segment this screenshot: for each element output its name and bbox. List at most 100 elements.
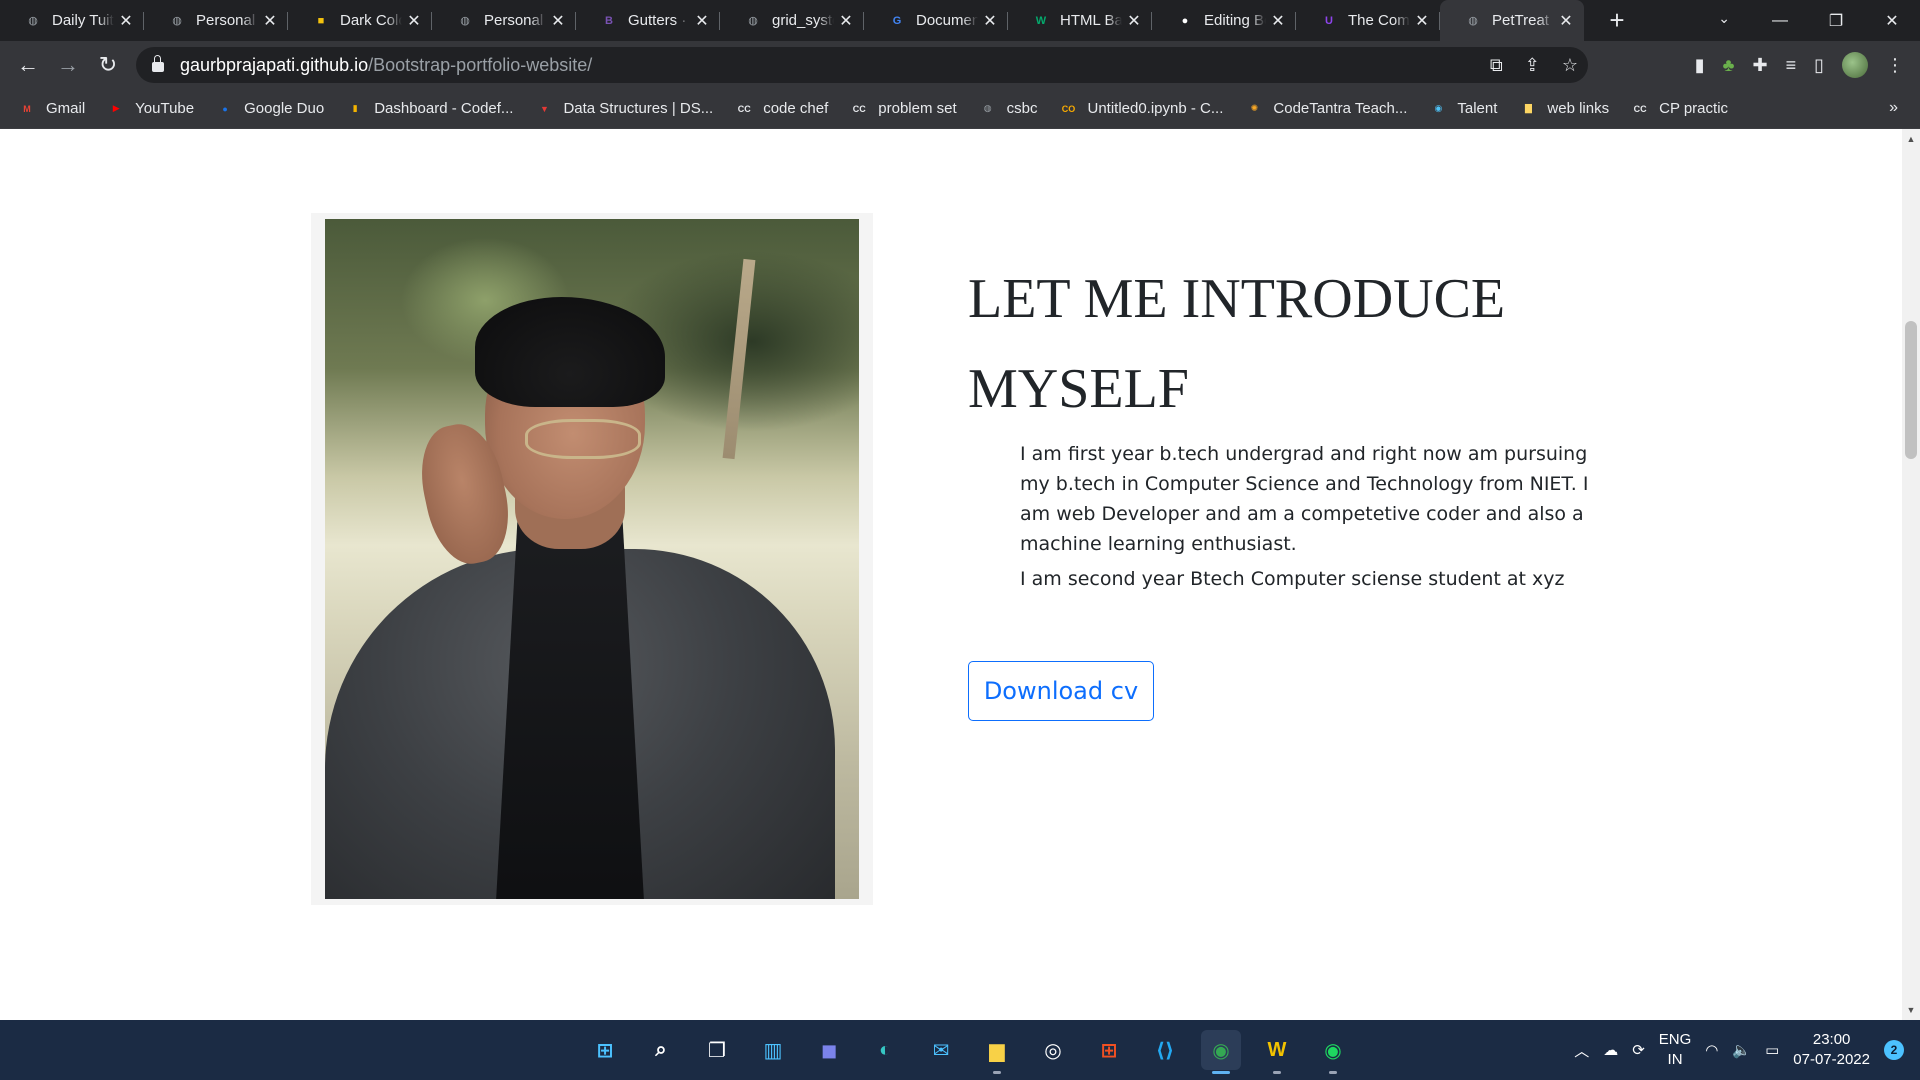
tab-close-icon[interactable]: ✕ [406,11,422,31]
tab-close-icon[interactable]: ✕ [982,11,998,31]
bookmark-item[interactable]: M Gmail [18,100,85,117]
minimize-button[interactable]: — [1752,12,1808,30]
side-panel-icon[interactable]: ▯ [1814,55,1824,76]
tray-overflow-chevron-icon[interactable]: ︿ [1574,1040,1589,1061]
bookmark-item[interactable]: CO Untitled0.ipynb - C... [1059,100,1224,117]
browser-tab[interactable]: ● Editing Bo ✕ [1152,0,1296,41]
reload-button[interactable]: ↻ [88,52,128,78]
close-window-button[interactable]: ✕ [1864,11,1920,31]
browser-tab[interactable]: ◍ PetTreat ✕ [1440,0,1584,41]
browser-tab[interactable]: W HTML Ba ✕ [1008,0,1152,41]
web-page: LET ME INTRODUCE MYSELF I am first year … [0,129,1902,1020]
github-icon: ● [1181,14,1189,27]
tab-close-icon[interactable]: ✕ [694,11,710,31]
mail-icon[interactable]: ✉ [921,1030,961,1070]
media-control-icon[interactable]: ≡ [1786,55,1797,76]
chrome-icon[interactable]: ◉ [1201,1030,1241,1074]
tab-close-icon[interactable]: ✕ [1414,11,1430,31]
tab-close-icon[interactable]: ✕ [1126,11,1142,31]
bookmark-item[interactable]: ◉ Talent [1429,100,1497,117]
browser-tab[interactable]: ◍ Personal ✕ [144,0,288,41]
bookmark-item[interactable]: ◍ csbc [979,100,1038,117]
forward-button[interactable]: → [48,52,88,78]
share-icon[interactable]: ⇪ [1525,55,1540,76]
download-cv-button[interactable]: Download cv [968,661,1154,721]
globe-icon: ◍ [748,15,758,27]
windows-start-icon[interactable]: ⊞ [585,1030,625,1070]
widgets-icon[interactable]: ▥ [753,1030,793,1070]
browser-tab[interactable]: ◍ grid_syste ✕ [720,0,864,41]
bookmark-item[interactable]: ● Google Duo [216,100,324,117]
scroll-down-arrow-icon[interactable]: ▼ [1902,1002,1920,1018]
bookmark-item[interactable]: ▼ Data Structures | DS... [535,100,713,117]
tab-close-icon[interactable]: ✕ [550,11,566,31]
browser-tab[interactable]: B Gutters · B✕ [576,0,720,41]
globe-icon: ◍ [983,103,992,113]
sync-icon[interactable]: ⟳ [1632,1041,1645,1059]
duo-icon: ● [222,103,228,114]
bookmark-item[interactable]: CC CP practic [1631,100,1728,117]
tab-title: Documen [916,12,978,29]
translate-icon[interactable]: ⧉ [1490,55,1503,76]
tab-close-icon[interactable]: ✕ [1270,11,1286,31]
page-scrollbar[interactable]: ▲ ▼ [1902,129,1920,1020]
tree-extension-icon[interactable]: ♣ [1723,55,1735,76]
notification-badge[interactable]: 2 [1884,1040,1904,1060]
spotify-icon[interactable]: ◉ [1313,1030,1353,1074]
tab-close-icon[interactable]: ✕ [262,11,278,31]
tab-list: ◍ Daily Tuit ✕ ◍ Personal ✕ ■ Dark Colo ✕ ◍ Person… [0,0,1584,41]
extension-icon[interactable]: ▮ [1695,55,1705,76]
browser-tab[interactable]: G Documen ✕ [864,0,1008,41]
onedrive-cloud-icon[interactable]: ☁ [1603,1041,1618,1059]
tab-close-icon[interactable]: ✕ [118,11,134,31]
search-icon[interactable]: ⌕ [641,1030,681,1070]
more-bookmarks-icon[interactable]: » [1889,99,1898,117]
tab-close-icon[interactable]: ✕ [838,11,854,31]
profile-avatar[interactable] [1842,52,1868,78]
browser-tab[interactable]: ■ Dark Colo ✕ [288,0,432,41]
bookmark-item[interactable]: ▮ Dashboard - Codef... [346,100,514,117]
windows-taskbar: ⊞ ⌕ ❐ ▥ ◼ ◐ ✉ ▆ ◎ ⊞ ⟨⟩ ◉ W ◉ ︿ ☁ ⟳ ENG IN ◠ 🔈 ▭ 23:00… [0,1020,1920,1080]
lock-icon[interactable] [152,55,164,72]
browser-tab[interactable]: ◍ Personal ✕ [432,0,576,41]
bookmark-label: Data Structures | DS... [563,100,714,117]
google-icon: G [892,14,902,27]
scroll-up-arrow-icon[interactable]: ▲ [1902,131,1920,147]
edge-icon[interactable]: ◐ [865,1030,905,1070]
bookmark-item[interactable]: ▶ YouTube [107,100,194,117]
bookmark-star-icon[interactable]: ☆ [1562,55,1578,76]
w-app-icon[interactable]: W [1257,1030,1297,1074]
clock[interactable]: 23:00 07-07-2022 [1793,1030,1870,1070]
address-bar[interactable]: gaurbprajapati.github.io/Bootstrap-portf… [136,47,1588,83]
volume-icon[interactable]: 🔈 [1732,1041,1751,1059]
battery-icon[interactable]: ▭ [1765,1041,1779,1059]
restore-button[interactable]: ❐ [1808,11,1864,31]
microsoft-store-icon[interactable]: ⊞ [1089,1030,1129,1070]
language-indicator[interactable]: ENG IN [1659,1030,1692,1070]
puzzle-extensions-icon[interactable]: ✚ [1752,55,1767,76]
tab-close-icon[interactable]: ✕ [1558,11,1574,31]
scrollbar-thumb[interactable] [1905,321,1917,459]
dell-icon[interactable]: ◎ [1033,1030,1073,1070]
new-tab-button[interactable]: + [1602,5,1632,36]
file-explorer-icon[interactable]: ▆ [977,1030,1017,1074]
browser-tab[interactable]: U The Com ✕ [1296,0,1440,41]
task-view-icon[interactable]: ❐ [697,1030,737,1070]
teams-chat-icon[interactable]: ◼ [809,1030,849,1070]
bookmark-label: CodeTantra Teach... [1273,100,1408,117]
bookmark-item[interactable]: ▇ web links [1519,100,1609,117]
bookmark-item[interactable]: CC problem set [850,100,957,117]
codechef-icon: CC [737,103,751,114]
tab-search-icon[interactable]: ⌄ [1718,10,1730,27]
tab-title: Personal [484,12,544,29]
bookmark-item[interactable]: ✺ CodeTantra Teach... [1245,100,1408,117]
taskbar-apps: ⊞ ⌕ ❐ ▥ ◼ ◐ ✉ ▆ ◎ ⊞ ⟨⟩ ◉ W ◉ [585,1020,1353,1080]
vscode-icon[interactable]: ⟨⟩ [1145,1030,1185,1070]
url-text[interactable]: gaurbprajapati.github.io/Bootstrap-portf… [180,55,592,76]
browser-tab[interactable]: ◍ Daily Tuit ✕ [0,0,144,41]
wifi-icon[interactable]: ◠ [1705,1041,1718,1059]
tab-title: HTML Ba [1060,12,1122,29]
menu-kebab-icon[interactable]: ⋮ [1886,55,1904,76]
back-button[interactable]: ← [8,52,48,78]
bookmark-item[interactable]: CC code chef [735,100,829,117]
